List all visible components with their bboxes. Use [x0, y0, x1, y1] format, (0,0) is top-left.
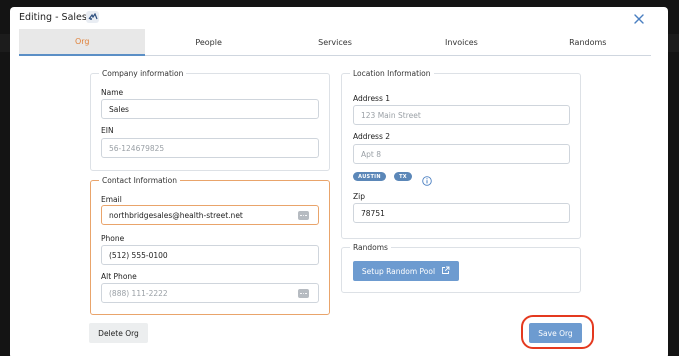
address1-input[interactable]: 123 Main Street: [353, 105, 570, 125]
alt-phone-input[interactable]: (888) 111-2222: [101, 283, 319, 303]
location-info-legend: Location Information: [353, 69, 431, 78]
zip-input[interactable]: 78751: [353, 203, 570, 223]
email-value: northbridgesales@health-street.net: [109, 210, 243, 220]
address2-input[interactable]: Apt 8: [353, 144, 570, 164]
alt-phone-label: Alt Phone: [101, 272, 137, 281]
save-org-button[interactable]: Save Org: [529, 323, 582, 343]
email-input[interactable]: northbridgesales@health-street.net: [101, 205, 319, 225]
contact-info-legend: Contact Information: [102, 176, 177, 185]
close-icon[interactable]: [632, 11, 646, 25]
zip-label: Zip: [353, 192, 365, 201]
name-input[interactable]: Sales: [101, 99, 319, 119]
external-link-icon: [441, 266, 450, 277]
tab-invoices[interactable]: Invoices: [398, 29, 524, 55]
tab-bar: Org People Services Invoices Randoms: [19, 29, 651, 56]
delete-org-button[interactable]: Delete Org: [89, 323, 148, 343]
tab-org[interactable]: Org: [19, 29, 146, 56]
more-options-icon[interactable]: [298, 211, 309, 220]
background-right-strip: [668, 34, 679, 52]
address1-label: Address 1: [353, 94, 391, 103]
background-left-strip: [0, 34, 10, 52]
tab-randoms[interactable]: Randoms: [525, 29, 651, 55]
setup-random-pool-button[interactable]: Setup Random Pool: [353, 261, 459, 281]
org-logo-icon: [86, 11, 99, 23]
phone-label: Phone: [101, 234, 125, 243]
phone-input[interactable]: (512) 555-0100: [101, 245, 319, 265]
ein-label: EIN: [101, 126, 114, 135]
randoms-legend: Randoms: [353, 243, 388, 252]
email-label: Email: [101, 195, 122, 204]
ein-input[interactable]: 56-124679825: [101, 138, 319, 158]
address2-label: Address 2: [353, 132, 391, 141]
name-label: Name: [101, 88, 124, 97]
setup-random-pool-label: Setup Random Pool: [361, 266, 436, 276]
more-options-icon[interactable]: [298, 289, 309, 298]
info-icon[interactable]: [422, 171, 432, 186]
alt-phone-placeholder: (888) 111-2222: [109, 288, 168, 298]
state-chip: TX: [394, 172, 412, 181]
edit-org-modal: Editing - Sales Org People Services Invo…: [10, 7, 668, 356]
tab-services[interactable]: Services: [272, 29, 398, 55]
company-info-legend: Company information: [102, 69, 184, 78]
tab-people[interactable]: People: [145, 29, 271, 55]
city-chip: AUSTIN: [353, 172, 386, 181]
modal-title: Editing - Sales: [19, 12, 87, 23]
modal-header: Editing - Sales: [10, 7, 668, 29]
